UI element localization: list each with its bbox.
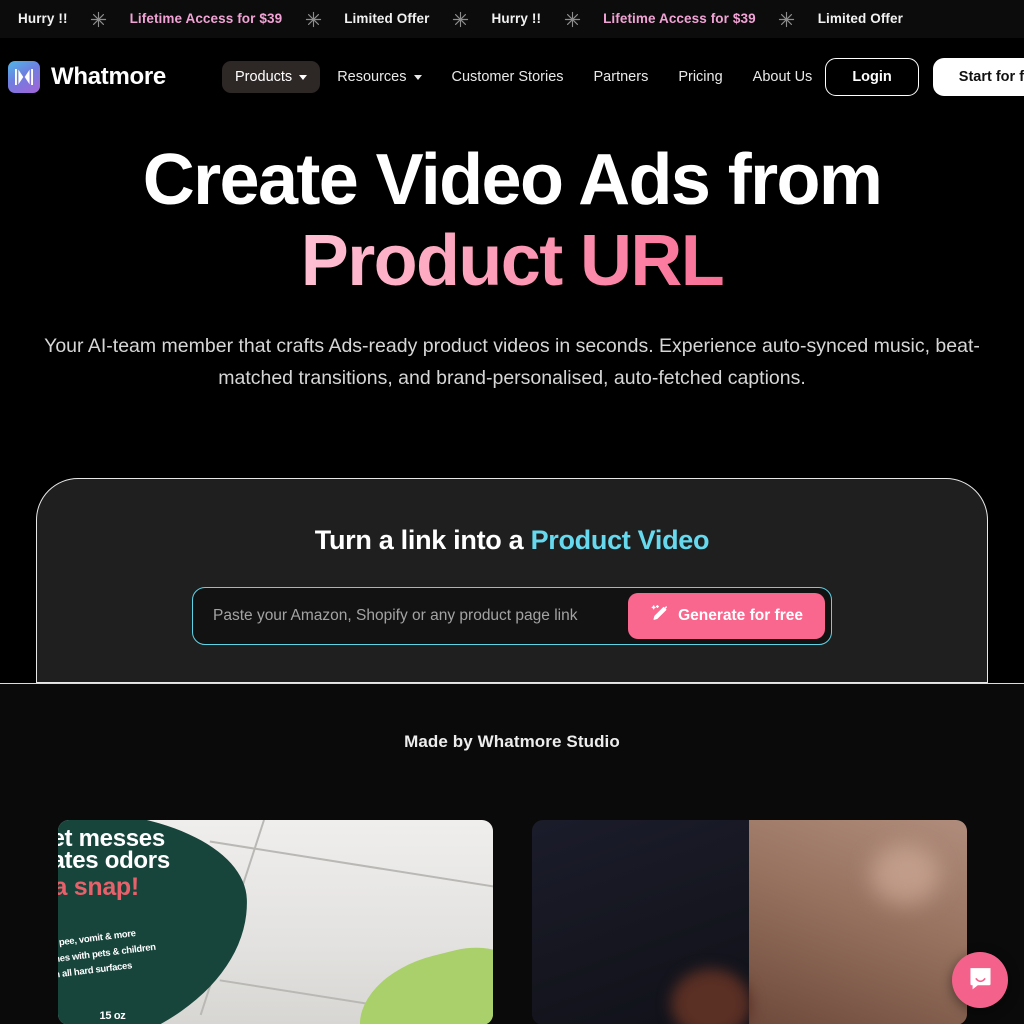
- nav-item-label: Customer Stories: [451, 69, 564, 85]
- sparkle-icon: [430, 11, 492, 28]
- sparkle-icon: [68, 11, 130, 28]
- nav-item-label: About Us: [752, 69, 813, 85]
- showcase-thumbnail-dark-portrait[interactable]: [531, 820, 967, 1024]
- hero-title-line-2: Product URL: [300, 220, 725, 301]
- highlight-blur: [870, 844, 941, 905]
- sparkle-icon: [541, 11, 603, 28]
- ticker-item: Limited Offer: [344, 11, 430, 27]
- announcement-ticker: Hurry !! Lifetime Access for $39 Limited…: [0, 0, 1024, 38]
- skin-tone-right-panel: [749, 820, 967, 1024]
- showcase-title: Made by Whatmore Studio: [404, 732, 620, 751]
- thumbnail-overlay-line: ates odors: [57, 847, 171, 874]
- nav-item-pricing[interactable]: Pricing: [665, 61, 735, 93]
- nav-item-label: Partners: [593, 69, 649, 85]
- login-button[interactable]: Login: [825, 58, 919, 96]
- ticker-item: Lifetime Access for $39: [129, 11, 283, 27]
- generate-for-free-button[interactable]: Generate for free: [628, 593, 825, 639]
- nav-item-partners[interactable]: Partners: [581, 61, 662, 93]
- generator-title-plain: Turn a link into a: [314, 525, 531, 555]
- ticker-item: Limited Offer: [817, 11, 903, 27]
- generator-card: Turn a link into a Product Video Generat…: [36, 478, 988, 683]
- chevron-down-icon: [413, 74, 422, 80]
- generate-button-label: Generate for free: [678, 607, 803, 624]
- nav-item-customer-stories[interactable]: Customer Stories: [439, 61, 577, 93]
- chat-launcher-button[interactable]: [952, 952, 1008, 1008]
- thumbnail-overlay-line: a snap!: [57, 873, 140, 901]
- thumbnail-size-label: 15 oz: [99, 1010, 126, 1022]
- brand-home-link[interactable]: Whatmore: [8, 61, 166, 93]
- main-navbar: Whatmore Products Resources Customer Sto…: [0, 38, 1024, 116]
- start-for-free-button[interactable]: Start for free: [932, 58, 1024, 96]
- nav-item-label: Products: [234, 69, 293, 85]
- nav-item-products[interactable]: Products: [221, 61, 321, 93]
- generator-title: Turn a link into a Product Video: [37, 525, 987, 556]
- nav-item-resources[interactable]: Resources: [324, 61, 434, 93]
- product-url-input[interactable]: [193, 588, 629, 644]
- whatmore-logo-icon: [8, 61, 40, 93]
- url-input-group: Generate for free: [192, 587, 832, 645]
- nav-item-label: Resources: [337, 69, 407, 85]
- showcase-section: Made by Whatmore Studio et messes ates o…: [0, 684, 1024, 1024]
- hero-section: Create Video Ads from Product URL Your A…: [0, 140, 1024, 394]
- magic-wand-icon: [650, 604, 669, 628]
- nav-item-about-us[interactable]: About Us: [740, 61, 826, 93]
- chat-bubble-icon: [967, 965, 994, 995]
- sparkle-icon: [282, 11, 344, 28]
- sparkle-icon: [756, 11, 818, 28]
- nav-item-label: Pricing: [678, 69, 723, 85]
- hero-title-line-1: Create Video Ads from: [142, 140, 883, 220]
- ticker-item: Hurry !!: [18, 11, 68, 27]
- ticker-track: Hurry !! Lifetime Access for $39 Limited…: [0, 11, 903, 28]
- ticker-item: Lifetime Access for $39: [603, 11, 756, 27]
- generator-title-accent: Product Video: [530, 525, 710, 555]
- chevron-down-icon: [299, 74, 308, 80]
- nav-links: Products Resources Customer Stories Part…: [221, 61, 826, 93]
- page-title: Create Video Ads from Product URL: [0, 140, 1024, 301]
- brand-name: Whatmore: [51, 63, 166, 90]
- ticker-item: Hurry !!: [491, 11, 542, 27]
- nav-actions: Login Start for free: [825, 58, 1024, 96]
- hero-subtitle: Your AI-team member that crafts Ads-read…: [44, 335, 980, 389]
- showcase-thumbnail-row: et messes ates odors a snap! , pee, vomi…: [0, 820, 1024, 1024]
- showcase-thumbnail-pet-cleaner[interactable]: et messes ates odors a snap! , pee, vomi…: [57, 820, 493, 1024]
